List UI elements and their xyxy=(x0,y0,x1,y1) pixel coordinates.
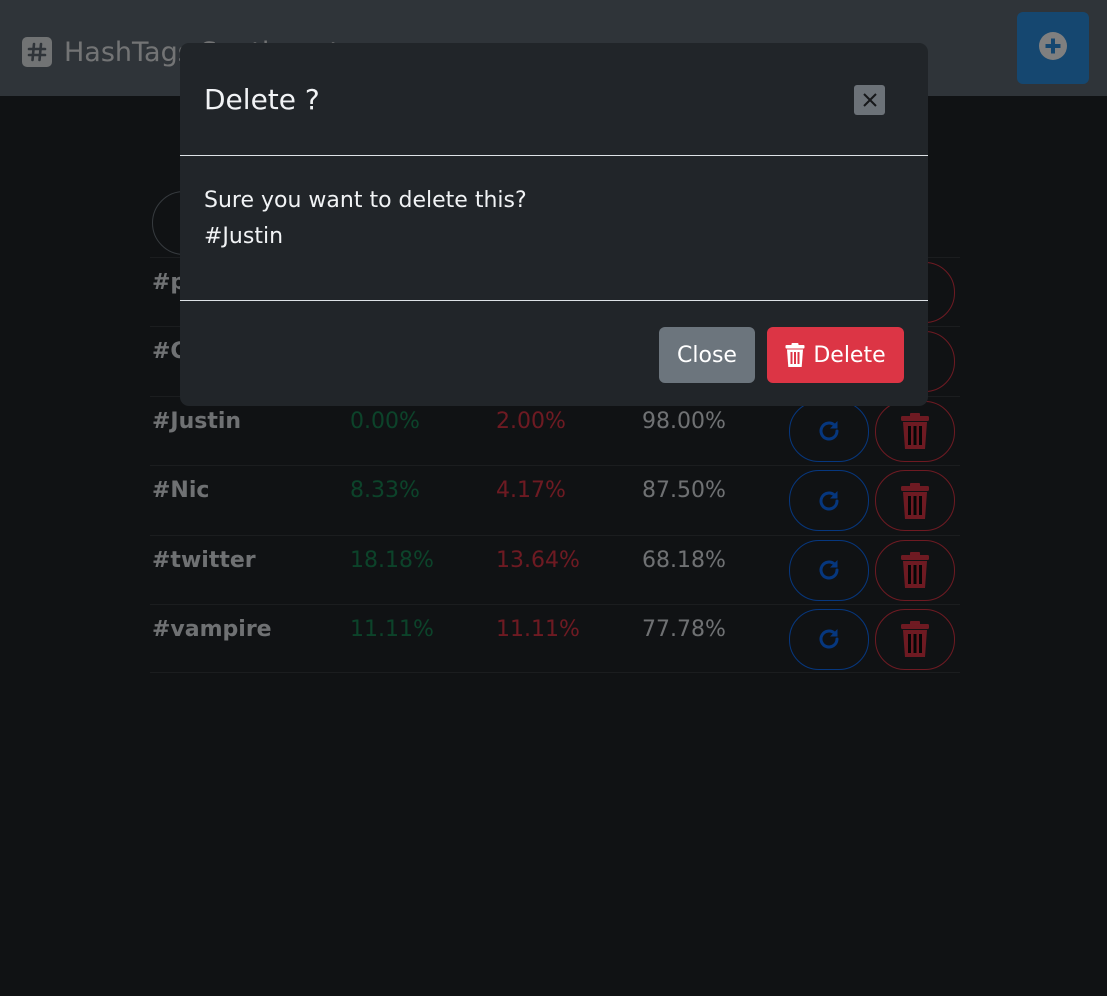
modal-close-button[interactable] xyxy=(854,85,885,115)
close-icon xyxy=(862,93,877,107)
modal-body: Sure you want to delete this? #Justin xyxy=(204,183,527,255)
trash-icon xyxy=(785,343,805,367)
modal-header: Delete ? xyxy=(180,43,928,156)
close-button[interactable]: Close xyxy=(659,327,755,383)
modal-message: Sure you want to delete this? xyxy=(204,188,527,213)
delete-confirm-button[interactable]: Delete xyxy=(767,327,904,383)
delete-label: Delete xyxy=(813,342,886,368)
modal-item: #Justin xyxy=(204,224,284,249)
delete-modal: Delete ? Sure you want to delete this? #… xyxy=(180,43,928,406)
modal-title: Delete ? xyxy=(204,83,320,116)
modal-footer: Close Delete xyxy=(180,300,928,406)
